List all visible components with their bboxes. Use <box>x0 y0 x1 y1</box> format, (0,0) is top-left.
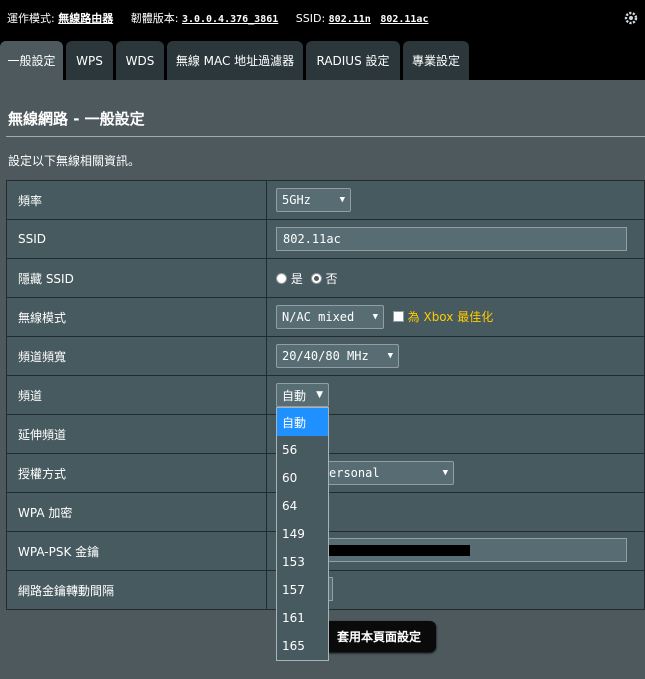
channel-option-153[interactable]: 153 <box>277 548 328 576</box>
xbox-optimize-label[interactable]: 為 Xbox 最佳化 <box>408 310 494 324</box>
auth-method-label: 授權方式 <box>6 453 267 493</box>
bandwidth-value: 20/40/80 MHz <box>282 349 369 363</box>
row-ssid: SSID 802.11ac <box>6 219 645 259</box>
hide-ssid-label: 隱藏 SSID <box>6 258 267 298</box>
top-status-bar: 運作模式: 無線路由器 韌體版本: 3.0.0.4.376_3861 SSID:… <box>0 0 645 36</box>
redaction-bar <box>325 544 470 556</box>
page-description: 設定以下無線相關資訊。 <box>8 154 141 168</box>
channel-option-64[interactable]: 64 <box>277 492 328 520</box>
chevron-down-icon: ▼ <box>339 195 345 205</box>
mode-value-link[interactable]: 無線路由器 <box>58 12 113 25</box>
gear-icon[interactable] <box>623 10 639 26</box>
apply-button[interactable]: 套用本頁面設定 <box>322 621 436 652</box>
mode-label: 運作模式: <box>7 12 55 25</box>
key-rotation-label: 網路金鑰轉動間隔 <box>6 570 267 610</box>
channel-value: 自動 <box>282 388 307 403</box>
page-title: 無線網路 - 一般設定 <box>8 110 145 128</box>
chevron-down-icon: ▼ <box>442 468 448 478</box>
channel-option-149[interactable]: 149 <box>277 520 328 548</box>
bandwidth-select[interactable]: 20/40/80 MHz ▼ <box>276 344 399 368</box>
chevron-down-icon: ▼ <box>316 390 323 400</box>
chevron-down-icon: ▼ <box>387 351 393 361</box>
wpa-encryption-label: WPA 加密 <box>6 492 267 532</box>
channel-dropdown-list: 自動 56 60 64 149 153 157 161 165 <box>276 407 329 661</box>
hide-ssid-no-label: 否 <box>325 271 338 286</box>
band-value: 5GHz <box>282 193 311 207</box>
channel-select[interactable]: 自動 ▼ <box>276 383 329 407</box>
wireless-mode-value: N/AC mixed <box>282 310 355 324</box>
divider <box>6 136 645 137</box>
row-wireless-mode: 無線模式 N/AC mixed ▼ 為 Xbox 最佳化 <box>6 297 645 337</box>
channel-option-165[interactable]: 165 <box>277 632 328 660</box>
chevron-down-icon: ▼ <box>372 312 378 322</box>
channel-option-auto[interactable]: 自動 <box>277 408 328 436</box>
tab-professional[interactable]: 專業設定 <box>403 41 469 80</box>
ssid-label: SSID: <box>295 12 326 25</box>
channel-option-60[interactable]: 60 <box>277 464 328 492</box>
hide-ssid-yes-radio[interactable] <box>276 272 287 284</box>
tab-general[interactable]: 一般設定 <box>0 41 63 80</box>
tab-wds[interactable]: WDS <box>116 41 164 80</box>
band-label: 頻率 <box>6 180 267 220</box>
tab-mac-filter[interactable]: 無線 MAC 地址過濾器 <box>167 41 303 80</box>
row-bandwidth: 頻道頻寬 20/40/80 MHz ▼ <box>6 336 645 376</box>
channel-option-157[interactable]: 157 <box>277 576 328 604</box>
bandwidth-label: 頻道頻寬 <box>6 336 267 376</box>
xbox-checkbox[interactable] <box>392 311 404 322</box>
status-line: 運作模式: 無線路由器 韌體版本: 3.0.0.4.376_3861 SSID:… <box>7 10 442 26</box>
wireless-mode-label: 無線模式 <box>6 297 267 337</box>
channel-label: 頻道 <box>6 375 267 415</box>
ssid-input[interactable]: 802.11ac <box>276 227 627 251</box>
tab-bar: 一般設定 WPS WDS 無線 MAC 地址過濾器 RADIUS 設定 專業設定 <box>0 36 645 80</box>
hide-ssid-yes-label: 是 <box>290 271 303 286</box>
firmware-label: 韌體版本: <box>130 12 179 25</box>
channel-option-56[interactable]: 56 <box>277 436 328 464</box>
ext-channel-label: 延伸頻道 <box>6 414 267 454</box>
ssid-label: SSID <box>6 219 267 259</box>
channel-option-161[interactable]: 161 <box>277 604 328 632</box>
wireless-mode-select[interactable]: N/AC mixed ▼ <box>276 305 384 329</box>
firmware-value-link[interactable]: 3.0.0.4.376_3861 <box>182 14 278 25</box>
wpa-psk-label: WPA-PSK 金鑰 <box>6 531 267 571</box>
ssid-5-link[interactable]: 802.11ac <box>380 14 428 25</box>
auth-method-value: ersonal <box>329 466 380 480</box>
row-hide-ssid: 隱藏 SSID 是 否 <box>6 258 645 298</box>
tab-radius[interactable]: RADIUS 設定 <box>306 41 400 80</box>
ssid-24-link[interactable]: 802.11n <box>329 14 371 25</box>
band-select[interactable]: 5GHz ▼ <box>276 188 351 212</box>
tab-wps[interactable]: WPS <box>66 41 113 80</box>
hide-ssid-no-radio[interactable] <box>310 272 322 284</box>
row-band: 頻率 5GHz ▼ <box>6 180 645 220</box>
